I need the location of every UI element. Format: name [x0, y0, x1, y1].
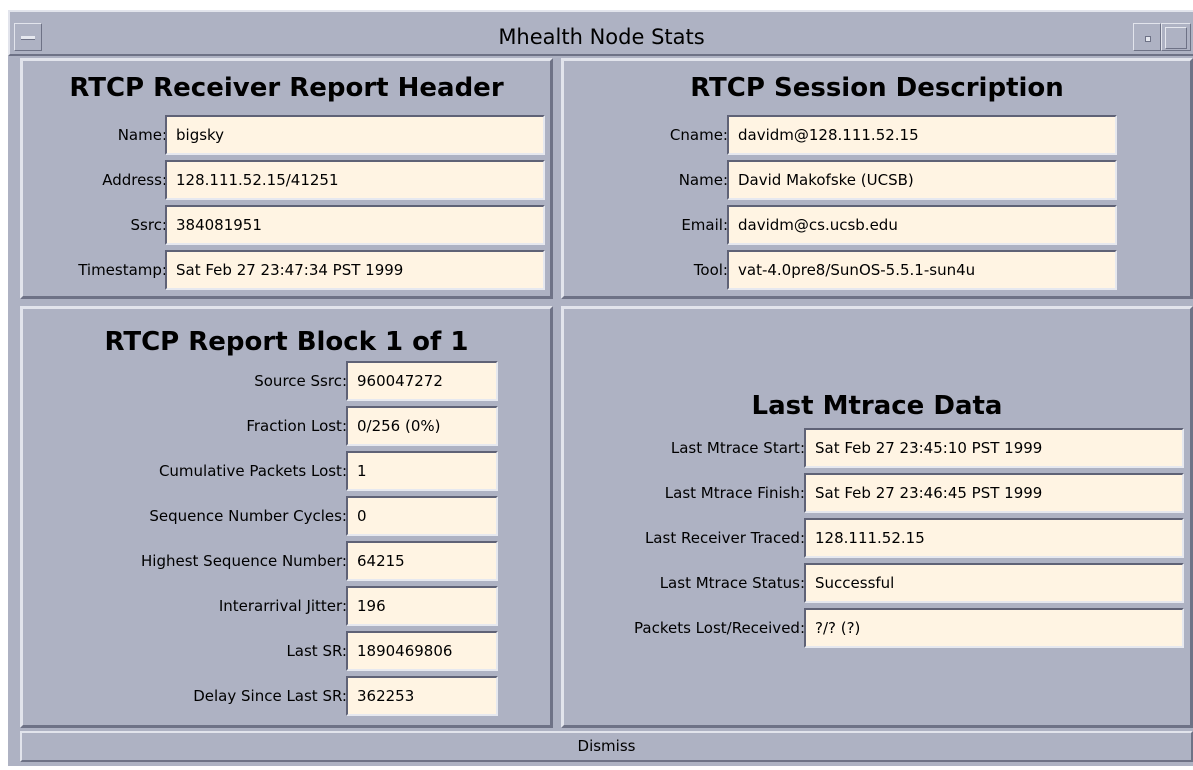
maximize-icon	[1165, 27, 1187, 49]
field-row: Source Ssrc: 960047272	[23, 361, 550, 401]
delay-since-last-sr-field[interactable]: 362253	[346, 676, 498, 716]
field-row: Sequence Number Cycles: 0	[23, 496, 550, 536]
cname-field[interactable]: davidm@128.111.52.15	[727, 115, 1117, 155]
timestamp-field[interactable]: Sat Feb 27 23:47:34 PST 1999	[165, 250, 545, 290]
field-row: Name: bigsky	[23, 115, 550, 155]
field-label: Cumulative Packets Lost:	[158, 462, 347, 480]
field-label: Address:	[102, 171, 167, 189]
mtrace-finish-field[interactable]: Sat Feb 27 23:46:45 PST 1999	[804, 473, 1184, 513]
field-label: Email:	[681, 216, 728, 234]
last-sr-field[interactable]: 1890469806	[346, 631, 498, 671]
field-label: Cname:	[669, 126, 728, 144]
field-label: Last Mtrace Status:	[659, 574, 805, 592]
source-ssrc-field[interactable]: 960047272	[346, 361, 498, 401]
field-row: Delay Since Last SR: 362253	[23, 676, 550, 716]
field-row: Last Receiver Traced: 128.111.52.15	[564, 518, 1190, 558]
field-label: Timestamp:	[78, 261, 167, 279]
field-label: Delay Since Last SR:	[193, 687, 347, 705]
fraction-lost-field[interactable]: 0/256 (0%)	[346, 406, 498, 446]
email-field[interactable]: davidm@cs.ucsb.edu	[727, 205, 1117, 245]
ssrc-field[interactable]: 384081951	[165, 205, 545, 245]
field-row: Email: davidm@cs.ucsb.edu	[564, 205, 1190, 245]
field-row: Address: 128.111.52.15/41251	[23, 160, 550, 200]
field-row: Name: David Makofske (UCSB)	[564, 160, 1190, 200]
field-label: Sequence Number Cycles:	[149, 507, 347, 525]
mhealth-node-stats-window: Mhealth Node Stats RTCP Receiver Report …	[8, 10, 1193, 766]
receiver-report-header-title: RTCP Receiver Report Header	[69, 73, 504, 103]
minimize-icon	[1145, 36, 1151, 42]
title-bar[interactable]: Mhealth Node Stats	[8, 10, 1193, 56]
mtrace-panel: Last Mtrace Data Last Mtrace Start: Sat …	[561, 306, 1193, 728]
minimize-button[interactable]	[1133, 23, 1161, 51]
window-title: Mhealth Node Stats	[498, 25, 705, 49]
sequence-number-cycles-field[interactable]: 0	[346, 496, 498, 536]
session-name-field[interactable]: David Makofske (UCSB)	[727, 160, 1117, 200]
field-label: Last Mtrace Finish:	[664, 484, 805, 502]
field-row: Last Mtrace Start: Sat Feb 27 23:45:10 P…	[564, 428, 1190, 468]
field-label: Interarrival Jitter:	[218, 597, 347, 615]
field-label: Last Receiver Traced:	[644, 529, 805, 547]
field-row: Tool: vat-4.0pre8/SunOS-5.5.1-sun4u	[564, 250, 1190, 290]
field-row: Highest Sequence Number: 64215	[23, 541, 550, 581]
mtrace-status-field[interactable]: Successful	[804, 563, 1184, 603]
session-description-panel: RTCP Session Description Cname: davidm@1…	[561, 58, 1193, 299]
field-label: Last Mtrace Start:	[670, 439, 805, 457]
field-row: Interarrival Jitter: 196	[23, 586, 550, 626]
cumulative-packets-lost-field[interactable]: 1	[346, 451, 498, 491]
field-label: Fraction Lost:	[246, 417, 347, 435]
field-label: Highest Sequence Number:	[141, 552, 347, 570]
maximize-button[interactable]	[1161, 23, 1191, 51]
field-row: Cname: davidm@128.111.52.15	[564, 115, 1190, 155]
field-row: Last Mtrace Finish: Sat Feb 27 23:46:45 …	[564, 473, 1190, 513]
field-label: Source Ssrc:	[254, 372, 347, 390]
field-row: Timestamp: Sat Feb 27 23:47:34 PST 1999	[23, 250, 550, 290]
receiver-traced-field[interactable]: 128.111.52.15	[804, 518, 1184, 558]
field-row: Ssrc: 384081951	[23, 205, 550, 245]
name-field[interactable]: bigsky	[165, 115, 545, 155]
field-label: Tool:	[693, 261, 728, 279]
mtrace-title: Last Mtrace Data	[751, 391, 1003, 421]
dismiss-button[interactable]: Dismiss	[20, 731, 1193, 762]
field-row: Last SR: 1890469806	[23, 631, 550, 671]
field-label: Name:	[117, 126, 167, 144]
receiver-report-header-panel: RTCP Receiver Report Header Name: bigsky…	[20, 58, 553, 299]
field-row: Cumulative Packets Lost: 1	[23, 451, 550, 491]
tool-field[interactable]: vat-4.0pre8/SunOS-5.5.1-sun4u	[727, 250, 1117, 290]
report-block-title: RTCP Report Block 1 of 1	[104, 327, 469, 357]
field-row: Packets Lost/Received: ?/? (?)	[564, 608, 1190, 648]
field-label: Last SR:	[286, 642, 347, 660]
field-label: Name:	[678, 171, 728, 189]
field-row: Last Mtrace Status: Successful	[564, 563, 1190, 603]
mtrace-start-field[interactable]: Sat Feb 27 23:45:10 PST 1999	[804, 428, 1184, 468]
highest-sequence-number-field[interactable]: 64215	[346, 541, 498, 581]
address-field[interactable]: 128.111.52.15/41251	[165, 160, 545, 200]
field-label: Packets Lost/Received:	[634, 619, 805, 637]
packets-lost-received-field[interactable]: ?/? (?)	[804, 608, 1184, 648]
session-description-title: RTCP Session Description	[690, 73, 1064, 103]
report-block-panel: RTCP Report Block 1 of 1 Source Ssrc: 96…	[20, 306, 553, 728]
interarrival-jitter-field[interactable]: 196	[346, 586, 498, 626]
field-label: Ssrc:	[130, 216, 167, 234]
field-row: Fraction Lost: 0/256 (0%)	[23, 406, 550, 446]
